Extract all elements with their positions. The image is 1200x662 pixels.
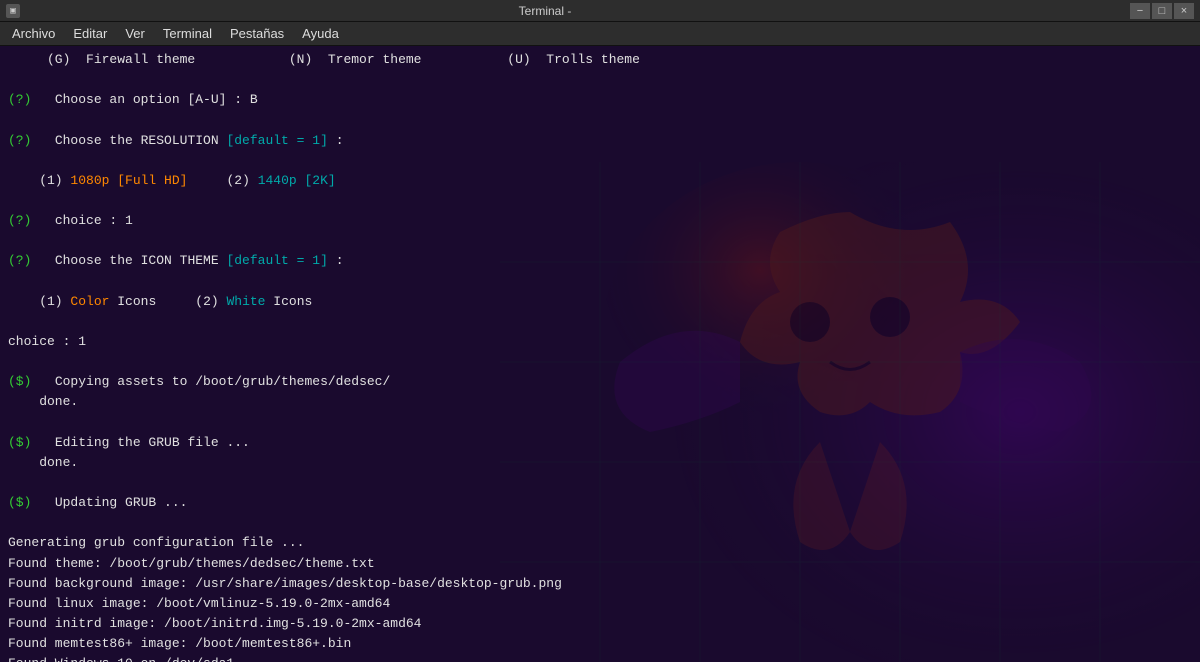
edit-grub-line: ($) Editing the GRUB file ...	[8, 433, 1192, 453]
choose-option-line: (?) Choose an option [A-U] : B	[8, 90, 1192, 110]
blank-line-5	[8, 231, 1192, 251]
blank-line-2	[8, 110, 1192, 130]
theme-row-text: (G) Firewall theme (N) Tremor theme (U) …	[8, 52, 640, 67]
found-bg-line: Found background image: /usr/share/image…	[8, 574, 1192, 594]
blank-line-7	[8, 312, 1192, 332]
menubar-item-terminal[interactable]: Terminal	[155, 24, 220, 43]
icon-options: (1) Color Icons (2) White Icons	[8, 292, 1192, 312]
choice-2-line: choice : 1	[8, 332, 1192, 352]
menubar-item-pestañas[interactable]: Pestañas	[222, 24, 292, 43]
maximize-button[interactable]: □	[1152, 3, 1172, 19]
close-button[interactable]: ×	[1174, 3, 1194, 19]
found-initrd-line: Found initrd image: /boot/initrd.img-5.1…	[8, 614, 1192, 634]
titlebar: ▣ Terminal - − □ ×	[0, 0, 1200, 22]
minimize-button[interactable]: −	[1130, 3, 1150, 19]
terminal-icon: ▣	[6, 4, 20, 18]
copy-assets-line: ($) Copying assets to /boot/grub/themes/…	[8, 372, 1192, 392]
terminal-window: (G) Firewall theme (N) Tremor theme (U) …	[0, 46, 1200, 662]
blank-line-9	[8, 413, 1192, 433]
found-memtest-line: Found memtest86+ image: /boot/memtest86+…	[8, 634, 1192, 654]
terminal-content: (G) Firewall theme (N) Tremor theme (U) …	[0, 46, 1200, 662]
menubar-item-ayuda[interactable]: Ayuda	[294, 24, 347, 43]
blank-line-10	[8, 473, 1192, 493]
window-controls[interactable]: − □ ×	[1130, 3, 1194, 19]
menubar-item-editar[interactable]: Editar	[65, 24, 115, 43]
choose-icon-line: (?) Choose the ICON THEME [default = 1] …	[8, 251, 1192, 271]
blank-line-3	[8, 151, 1192, 171]
menubar-item-ver[interactable]: Ver	[117, 24, 153, 43]
found-theme-line: Found theme: /boot/grub/themes/dedsec/th…	[8, 554, 1192, 574]
menubar-item-archivo[interactable]: Archivo	[4, 24, 63, 43]
choose-resolution-line: (?) Choose the RESOLUTION [default = 1] …	[8, 131, 1192, 151]
found-linux-line: Found linux image: /boot/vmlinuz-5.19.0-…	[8, 594, 1192, 614]
blank-line-11	[8, 513, 1192, 533]
blank-line-4	[8, 191, 1192, 211]
menubar: ArchivoEditarVerTerminalPestañasAyuda	[0, 22, 1200, 46]
blank-line-8	[8, 352, 1192, 372]
blank-line-1	[8, 70, 1192, 90]
done-edit-line: done.	[8, 453, 1192, 473]
window-title: Terminal -	[20, 4, 1070, 18]
found-windows-line: Found Windows 10 on /dev/sda1	[8, 654, 1192, 662]
grub-config-line: Generating grub configuration file ...	[8, 533, 1192, 553]
done-copy-line: done.	[8, 392, 1192, 412]
theme-row: (G) Firewall theme (N) Tremor theme (U) …	[8, 50, 1192, 70]
titlebar-left: ▣	[6, 4, 20, 18]
resolution-options: (1) 1080p [Full HD] (2) 1440p [2K]	[8, 171, 1192, 191]
update-grub-line: ($) Updating GRUB ...	[8, 493, 1192, 513]
choice-1-line: (?) choice : 1	[8, 211, 1192, 231]
blank-line-6	[8, 272, 1192, 292]
